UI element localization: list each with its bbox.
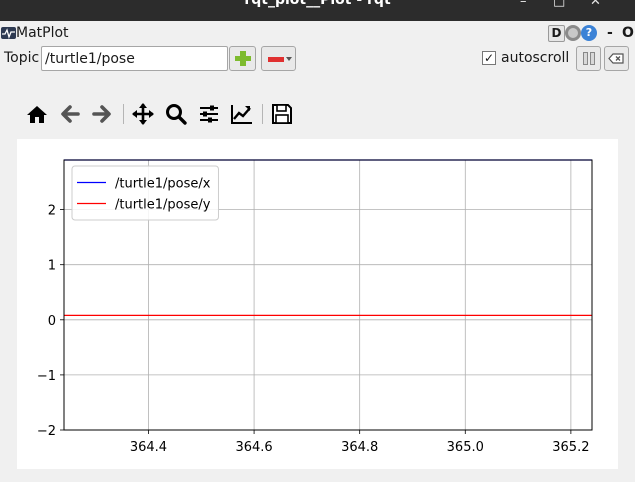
forward-icon[interactable] [90, 102, 114, 126]
plugin-header: MatPlot D ? - O [0, 24, 635, 44]
clear-icon [608, 53, 624, 64]
toolbar-separator [123, 104, 124, 124]
remove-topic-button[interactable] [261, 46, 296, 71]
x-tick-label: 365.2 [552, 440, 589, 455]
autoscroll-checkbox[interactable]: ✓ [482, 51, 496, 65]
topic-input[interactable] [41, 46, 228, 71]
maximize-button[interactable]: □ [553, 0, 565, 9]
topic-label: Topic [4, 50, 40, 66]
home-icon[interactable] [25, 102, 49, 126]
y-tick-label: 0 [48, 314, 56, 329]
toolbar-separator [262, 104, 263, 124]
help-icon[interactable]: ? [581, 25, 597, 41]
matplot-plugin-icon [1, 27, 16, 40]
pan-icon[interactable] [131, 102, 155, 126]
close-plugin-button[interactable]: O [622, 25, 634, 41]
add-topic-button[interactable] [229, 46, 256, 71]
legend-label: /turtle1/pose/y [115, 198, 211, 213]
legend-label: /turtle1/pose/x [115, 177, 211, 192]
pause-icon [583, 52, 588, 65]
plot-canvas[interactable]: 364.4 364.6 364.8 365.0 365.2 −2 −1 0 1 2 /turtle… [17, 139, 618, 469]
plugin-title: MatPlot [16, 25, 69, 41]
dock-d-button[interactable]: D [548, 25, 565, 42]
pause-button[interactable] [576, 46, 601, 71]
y-tick-label: −2 [37, 424, 56, 439]
minus-icon [268, 57, 284, 62]
x-tick-label: 365.0 [447, 440, 484, 455]
window-title: rqt_plot__Plot - rqt [244, 0, 391, 8]
chevron-down-icon [286, 57, 292, 61]
collapse-plugin-button[interactable]: - [607, 25, 613, 41]
close-window-button[interactable]: ✕ [590, 0, 601, 9]
y-tick-label: 2 [48, 204, 56, 219]
plot-figure: 364.4 364.6 364.8 365.0 365.2 −2 −1 0 1 2 /turtle… [17, 139, 618, 469]
x-tick-label: 364.4 [130, 440, 167, 455]
window-titlebar: rqt_plot__Plot - rqt – □ ✕ [0, 0, 635, 21]
gear-icon[interactable] [565, 25, 581, 41]
edit-axis-icon[interactable] [230, 102, 254, 126]
save-icon[interactable] [270, 102, 294, 126]
autoscroll-label: autoscroll [501, 50, 570, 66]
minimize-button[interactable]: – [520, 0, 527, 9]
y-tick-label: −1 [37, 369, 56, 384]
y-tick-label: 1 [48, 259, 56, 274]
back-icon[interactable] [58, 102, 82, 126]
x-tick-label: 364.6 [235, 440, 272, 455]
x-tick-label: 364.8 [341, 440, 378, 455]
clear-button[interactable] [604, 46, 629, 71]
zoom-icon[interactable] [164, 102, 188, 126]
configure-subplots-icon[interactable] [197, 102, 221, 126]
